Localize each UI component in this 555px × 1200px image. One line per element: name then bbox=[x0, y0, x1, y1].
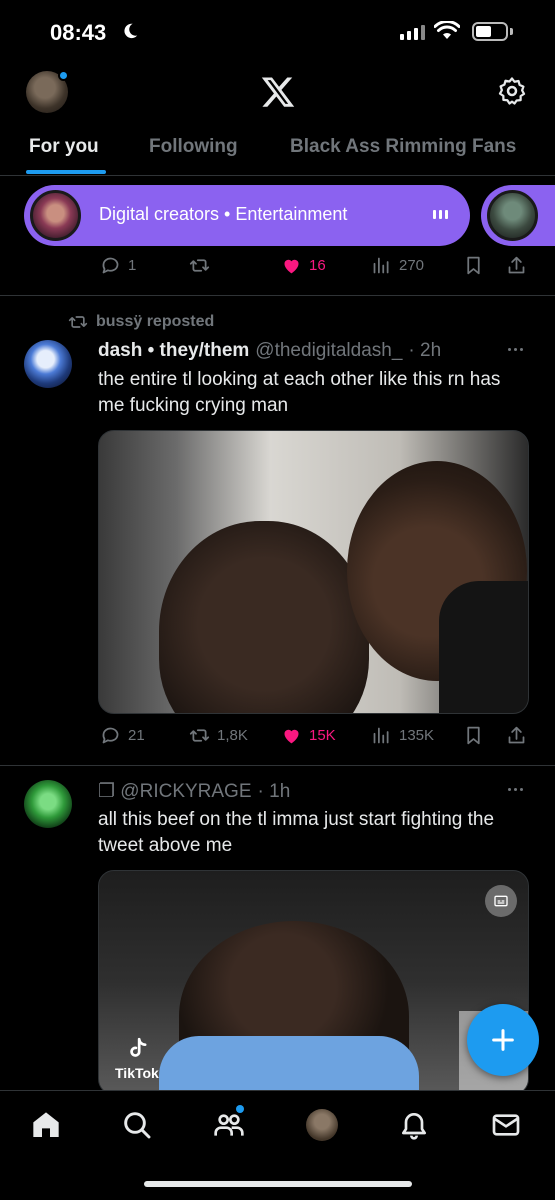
tweet-author-avatar[interactable] bbox=[24, 780, 72, 828]
audio-bars-icon bbox=[433, 210, 448, 219]
home-indicator[interactable] bbox=[144, 1181, 412, 1187]
reply-icon bbox=[102, 257, 119, 274]
bookmark-button[interactable] bbox=[463, 255, 484, 276]
divider bbox=[0, 765, 555, 766]
active-tab-indicator bbox=[26, 170, 106, 174]
bookmark-icon bbox=[467, 726, 480, 745]
status-bar: 08:43 bbox=[0, 0, 555, 64]
reply-count: 21 bbox=[128, 727, 145, 744]
tiktok-logo-icon bbox=[130, 1037, 147, 1057]
captions-icon[interactable] bbox=[485, 885, 517, 917]
like-count: 15K bbox=[309, 727, 336, 744]
more-options-icon[interactable] bbox=[508, 788, 523, 791]
tweet-text: the entire tl looking at each other like… bbox=[98, 369, 501, 416]
views-button[interactable]: 270 bbox=[371, 255, 424, 276]
community-pill-label: Digital creators • Entertainment bbox=[99, 204, 348, 224]
search-icon[interactable] bbox=[121, 1109, 153, 1141]
repost-icon bbox=[189, 259, 210, 272]
cellular-signal-icon bbox=[400, 24, 425, 40]
tweet-time[interactable]: · 2h bbox=[408, 340, 441, 362]
home-icon[interactable] bbox=[30, 1109, 62, 1141]
tiktok-watermark: TikTok bbox=[115, 1036, 159, 1081]
repost-button[interactable]: 1,8K bbox=[189, 725, 248, 746]
divider bbox=[0, 295, 555, 296]
prev-tweet-actions: 1 16 270 bbox=[0, 255, 555, 283]
views-button[interactable]: 135K bbox=[371, 725, 434, 746]
plus-icon bbox=[492, 1029, 514, 1051]
compose-button[interactable] bbox=[467, 1004, 539, 1076]
timeline-tabs: For you Following Black Ass Rimming Fans bbox=[0, 128, 555, 176]
like-button[interactable]: 16 bbox=[281, 255, 326, 276]
tweet-time[interactable]: · 1h bbox=[258, 781, 291, 803]
communities-icon[interactable] bbox=[213, 1109, 245, 1141]
tweet-media-image[interactable] bbox=[98, 430, 529, 714]
bell-icon[interactable] bbox=[398, 1109, 430, 1141]
x-logo-icon[interactable] bbox=[260, 74, 296, 110]
tweet-author-avatar[interactable] bbox=[24, 340, 72, 388]
repost-icon bbox=[189, 729, 210, 742]
like-button[interactable]: 15K bbox=[281, 725, 336, 746]
community-pill-next[interactable] bbox=[481, 185, 555, 246]
repost-indicator[interactable]: bussÿ reposted bbox=[68, 312, 214, 332]
repost-icon bbox=[68, 316, 88, 328]
reply-icon bbox=[102, 727, 119, 744]
wifi-icon bbox=[434, 21, 460, 39]
battery-icon bbox=[472, 22, 508, 41]
repost-button[interactable] bbox=[189, 255, 210, 276]
profile-avatar[interactable] bbox=[306, 1109, 338, 1141]
repost-label: bussÿ reposted bbox=[96, 313, 215, 330]
reply-button[interactable]: 1 bbox=[100, 255, 136, 276]
reply-count: 1 bbox=[128, 257, 137, 274]
views-count: 135K bbox=[399, 727, 435, 744]
account-avatar[interactable] bbox=[26, 70, 69, 113]
more-options-icon[interactable] bbox=[508, 348, 523, 351]
views-icon bbox=[373, 727, 389, 744]
community-avatar-next bbox=[487, 190, 538, 241]
tab-community[interactable]: Black Ass Rimming Fans bbox=[290, 136, 516, 158]
gear-icon[interactable] bbox=[497, 76, 527, 106]
share-button[interactable] bbox=[506, 725, 527, 746]
tab-following[interactable]: Following bbox=[149, 136, 238, 158]
tweet-header: dash • they/them @thedigitaldash_ · 2h bbox=[98, 340, 441, 362]
bookmark-icon bbox=[467, 256, 480, 275]
tweet-header: ❐ @RICKYRAGE · 1h bbox=[98, 780, 290, 803]
tweet-actions: 21 1,8K 15K 135K bbox=[0, 725, 555, 753]
heart-filled-icon bbox=[284, 729, 299, 744]
like-count: 16 bbox=[309, 257, 326, 274]
share-icon bbox=[508, 726, 525, 744]
repost-count: 1,8K bbox=[217, 727, 248, 744]
communities-notification-dot bbox=[236, 1105, 244, 1113]
tab-for-you[interactable]: For you bbox=[29, 136, 99, 158]
heart-filled-icon bbox=[284, 259, 299, 274]
tweet-author-name[interactable]: dash • they/them bbox=[98, 340, 249, 362]
community-avatar bbox=[30, 190, 81, 241]
tweet-text: all this beef on the tl imma just start … bbox=[98, 809, 495, 856]
bookmark-button[interactable] bbox=[463, 725, 484, 746]
notification-dot bbox=[58, 70, 69, 81]
tweet-author-handle[interactable]: @thedigitaldash_ bbox=[255, 340, 402, 362]
status-time: 08:43 bbox=[50, 20, 107, 45]
moon-icon bbox=[124, 23, 138, 39]
mail-icon[interactable] bbox=[490, 1109, 522, 1141]
tweet-media-video[interactable]: TikTok bbox=[98, 870, 529, 1095]
share-icon bbox=[508, 256, 525, 274]
views-icon bbox=[373, 257, 389, 274]
share-button[interactable] bbox=[506, 255, 527, 276]
reply-button[interactable]: 21 bbox=[100, 725, 145, 746]
community-pill[interactable]: Digital creators • Entertainment bbox=[24, 185, 470, 246]
tweet-author-handle[interactable]: ❐ @RICKYRAGE bbox=[98, 780, 252, 803]
views-count: 270 bbox=[399, 257, 425, 274]
